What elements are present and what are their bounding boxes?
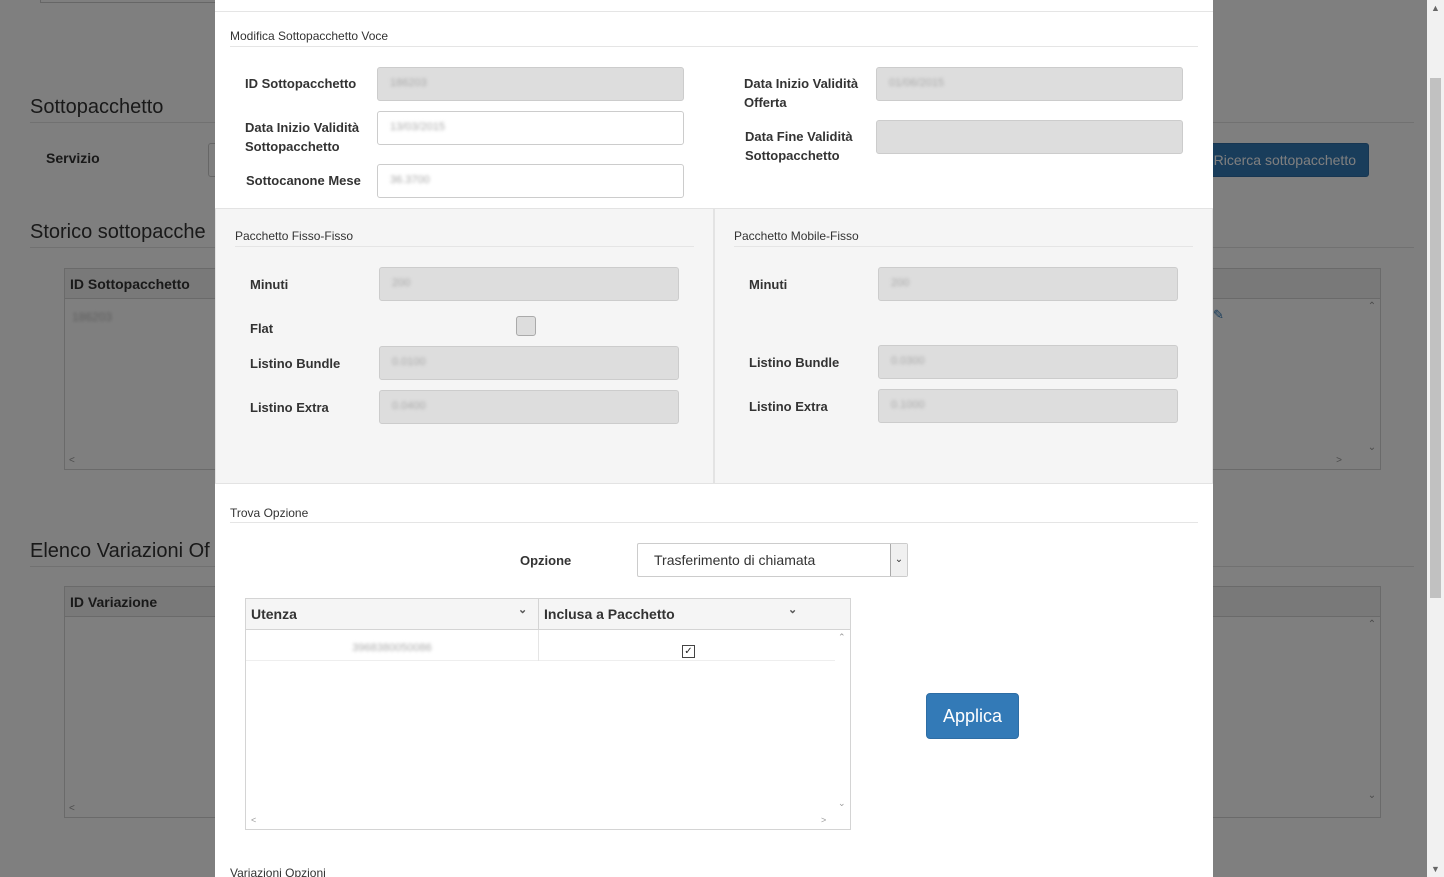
fisso-minuti-input: 200 <box>379 267 679 301</box>
page-scroll-up-icon[interactable]: ▲ <box>1427 3 1444 13</box>
data-fine-sottopacchetto-input <box>876 120 1183 154</box>
utenza-value: 3968380050086 <box>352 642 432 654</box>
fisso-listino-bundle-input: 0.0100 <box>379 346 679 380</box>
chevron-down-icon[interactable]: ⌄ <box>890 544 907 576</box>
modifica-section-title: Modifica Sottopacchetto Voce <box>230 29 389 43</box>
data-fine-sottopacchetto-label: Data Fine Validità Sottopacchetto <box>745 129 853 163</box>
mobile-minuti-value: 200 <box>891 277 910 289</box>
fisso-listino-extra-label: Listino Extra <box>250 400 329 415</box>
opzione-grid-header: Utenza ⌄ Inclusa a Pacchetto ⌄ <box>246 599 850 630</box>
fisso-listino-extra-value: 0.0400 <box>392 400 426 412</box>
sottocanone-mese-label: Sottocanone Mese <box>246 173 361 188</box>
data-inizio-offerta-input: 01/06/2015 <box>876 67 1183 101</box>
data-inizio-offerta-value: 01/06/2015 <box>889 77 945 89</box>
mobile-listino-extra-input: 0.1000 <box>878 389 1178 423</box>
fisso-listino-bundle-label: Listino Bundle <box>250 356 341 371</box>
variazioni-opzioni-title: Variazioni Opzioni <box>230 866 326 877</box>
data-inizio-sottopacchetto-input[interactable]: 13/03/2015 <box>377 111 684 145</box>
mobile-minuti-input: 200 <box>878 267 1178 301</box>
chevron-down-icon[interactable]: ⌄ <box>518 603 527 616</box>
pacchetto-fisso-fisso-panel: Pacchetto Fisso-Fisso Minuti 200 Flat Li… <box>215 208 714 484</box>
pacchetto-fisso-title: Pacchetto Fisso-Fisso <box>235 229 354 243</box>
sottocanone-mese-value: 36.3700 <box>390 174 430 186</box>
modifica-sottopacchetto-modal: Modifica Sottopacchetto Voce ID Sottopac… <box>215 0 1213 877</box>
col-inclusa-label: Inclusa a Pacchetto <box>544 606 675 622</box>
page-scroll-down-icon[interactable]: ▼ <box>1427 864 1444 874</box>
fisso-flat-label: Flat <box>250 321 274 336</box>
data-inizio-offerta-label: Data Inizio Validità Offerta <box>744 76 859 110</box>
fisso-listino-extra-input: 0.0400 <box>379 390 679 424</box>
fisso-minuti-value: 200 <box>392 277 411 289</box>
id-sottopacchetto-value: 186203 <box>390 77 427 89</box>
scroll-left-icon[interactable]: < <box>251 815 256 825</box>
divider <box>734 246 1193 247</box>
table-row[interactable]: 3968380050086 ✓ <box>246 630 835 661</box>
divider <box>230 522 1198 523</box>
divider <box>235 246 694 247</box>
grid-horizontal-scrollbar[interactable]: < > <box>246 813 850 829</box>
opzione-grid: Utenza ⌄ Inclusa a Pacchetto ⌄ 396838005… <box>245 598 851 830</box>
fisso-minuti-label: Minuti <box>250 277 289 292</box>
opzione-selected-value: Trasferimento di chiamata <box>654 552 816 568</box>
fisso-listino-bundle-value: 0.0100 <box>392 356 426 368</box>
divider <box>230 46 1198 47</box>
pacchetto-mobile-fisso-panel: Pacchetto Mobile-Fisso Minuti 200 Listin… <box>714 208 1213 484</box>
id-sottopacchetto-label: ID Sottopacchetto <box>245 76 357 91</box>
pacchetto-mobile-title: Pacchetto Mobile-Fisso <box>734 229 859 243</box>
page-scrollbar[interactable]: ▲ ▼ <box>1427 0 1444 877</box>
data-inizio-sottopacchetto-value: 13/03/2015 <box>390 121 446 133</box>
mobile-listino-extra-label: Listino Extra <box>749 399 828 414</box>
inclusa-checkbox[interactable]: ✓ <box>682 645 695 658</box>
scroll-right-icon[interactable]: > <box>821 815 826 825</box>
scroll-down-icon[interactable]: ⌄ <box>838 798 846 809</box>
data-inizio-sottopacchetto-label: Data Inizio Validità Sottopacchetto <box>245 120 360 154</box>
sottocanone-mese-input[interactable]: 36.3700 <box>377 164 684 198</box>
mobile-minuti-label: Minuti <box>749 277 788 292</box>
mobile-listino-bundle-label: Listino Bundle <box>749 355 840 370</box>
applica-button[interactable]: Applica <box>926 693 1019 739</box>
page-scroll-thumb[interactable] <box>1430 78 1441 598</box>
id-sottopacchetto-input: 186203 <box>377 67 684 101</box>
mobile-listino-extra-value: 0.1000 <box>891 399 925 411</box>
col-utenza-header[interactable]: Utenza ⌄ <box>246 599 539 630</box>
fisso-flat-checkbox[interactable] <box>516 316 536 336</box>
utenza-cell: 3968380050086 <box>246 630 539 661</box>
modal-header-divider <box>215 11 1213 12</box>
opzione-select[interactable]: Trasferimento di chiamata ⌄ <box>637 543 908 577</box>
mobile-listino-bundle-value: 0.0300 <box>891 355 925 367</box>
scroll-up-icon[interactable]: ⌃ <box>838 632 846 643</box>
grid-vertical-scrollbar[interactable]: ⌃ ⌄ <box>835 630 850 813</box>
chevron-down-icon[interactable]: ⌄ <box>788 603 797 616</box>
col-inclusa-header[interactable]: Inclusa a Pacchetto ⌄ <box>539 599 850 630</box>
trova-opzione-title: Trova Opzione <box>230 506 309 520</box>
col-utenza-label: Utenza <box>251 606 297 622</box>
mobile-listino-bundle-input: 0.0300 <box>878 345 1178 379</box>
opzione-label: Opzione <box>520 553 572 568</box>
